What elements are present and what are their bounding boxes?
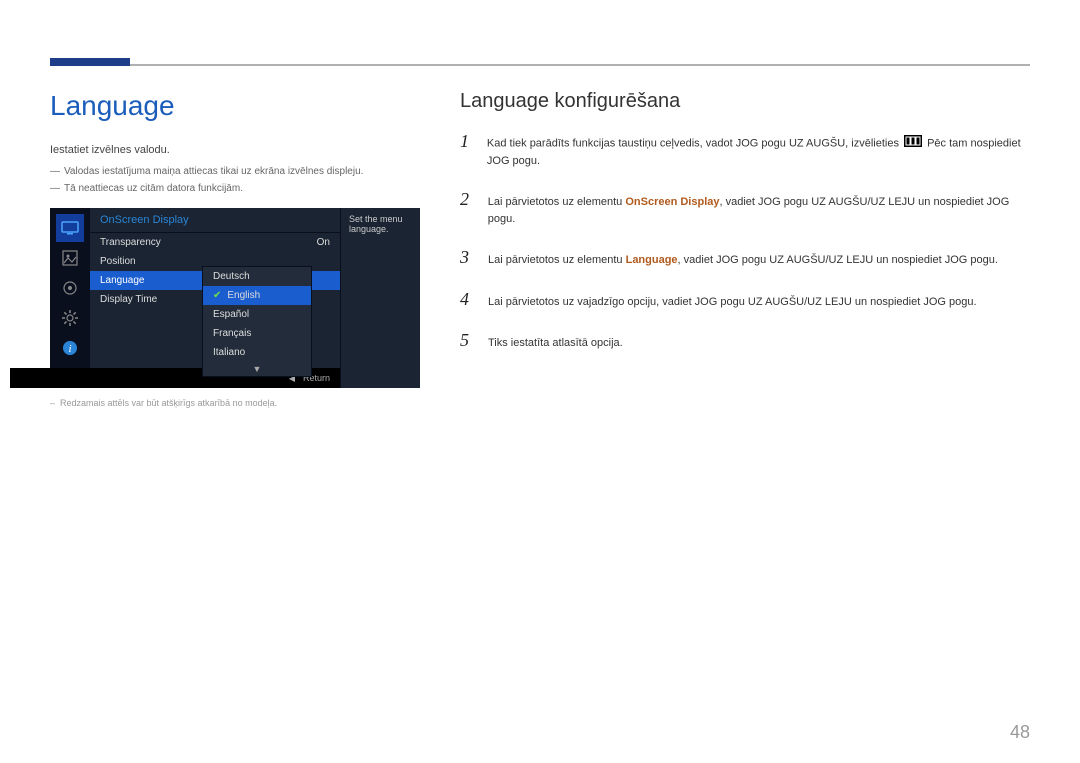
osd-sub-deutsch: Deutsch — [203, 267, 311, 286]
osd-sub-label: Español — [213, 309, 249, 320]
check-icon: ✔ — [213, 290, 221, 301]
gear-icon — [56, 304, 84, 332]
osd-row-label: Position — [100, 256, 136, 267]
step-text-pre: Kad tiek parādīts funkcijas taustiņu ceļ… — [487, 138, 902, 150]
osd-sub-label: English — [227, 290, 260, 301]
step-1: 1 Kad tiek parādīts funkcijas taustiņu c… — [460, 131, 1030, 169]
osd-header: OnScreen Display — [90, 208, 340, 233]
osd-help-panel: Set the menu language. — [340, 208, 420, 388]
step-text: Kad tiek parādīts funkcijas taustiņu ceļ… — [487, 135, 1030, 169]
step-text: Lai pārvietotos uz vajadzīgo opciju, vad… — [488, 294, 977, 311]
osd-row-label: Language — [100, 275, 145, 286]
step-2: 2 Lai pārvietotos uz elementu OnScreen D… — [460, 189, 1030, 227]
step-text-bold: Language — [626, 254, 678, 266]
target-icon — [56, 274, 84, 302]
step-number: 1 — [460, 131, 473, 152]
info-icon: i — [56, 334, 84, 362]
chevron-down-icon: ▼ — [203, 362, 311, 376]
step-text-post: , vadiet JOG pogu UZ AUGŠU/UZ LEJU un no… — [678, 254, 998, 266]
osd-sub-francais: Français — [203, 324, 311, 343]
step-text: Lai pārvietotos uz elementu Language, va… — [488, 252, 998, 269]
step-3: 3 Lai pārvietotos uz elementu Language, … — [460, 247, 1030, 269]
step-text: Lai pārvietotos uz elementu OnScreen Dis… — [488, 194, 1030, 227]
note-2: Tā neattiecas uz citām datora funkcijām. — [50, 183, 420, 194]
osd-sub-label: Français — [213, 328, 251, 339]
note-1: Valodas iestatījuma maiņa attiecas tikai… — [50, 166, 420, 177]
osd-row-label: Transparency — [100, 237, 161, 248]
picture-icon — [56, 244, 84, 272]
step-number: 5 — [460, 330, 474, 351]
svg-text:i: i — [68, 343, 71, 355]
header-accent — [50, 58, 130, 66]
page-number: 48 — [1010, 722, 1030, 743]
monitor-icon — [56, 214, 84, 242]
osd-sub-label: Deutsch — [213, 271, 250, 282]
section-title-language: Language — [50, 90, 420, 122]
header-rule — [50, 64, 1030, 66]
osd-sub-italiano: Italiano — [203, 343, 311, 362]
step-number: 4 — [460, 289, 474, 310]
step-number: 3 — [460, 247, 474, 268]
intro-text: Iestatiet izvēlnes valodu. — [50, 144, 420, 156]
step-text-pre: Lai pārvietotos uz elementu — [488, 254, 626, 266]
menu-icon — [904, 135, 922, 153]
osd-main-panel: OnScreen Display Transparency On Positio… — [90, 208, 340, 388]
osd-sub-label: Italiano — [213, 347, 245, 358]
osd-row-value: On — [317, 237, 330, 248]
osd-sidebar: i — [50, 208, 90, 388]
osd-sub-espanol: Español — [203, 305, 311, 324]
osd-screenshot: i OnScreen Display Transparency On Posit… — [50, 208, 420, 388]
osd-row-label: Display Time — [100, 294, 157, 305]
step-text-bold: OnScreen Display — [625, 196, 719, 208]
section-title-config: Language konfigurēšana — [460, 90, 1030, 113]
osd-language-submenu: Deutsch ✔ English Español Français Italia… — [202, 266, 312, 377]
image-disclaimer: Redzamais attēls var būt atšķirīgs atkar… — [50, 398, 420, 408]
step-text: Tiks iestatīta atlasītā opcija. — [488, 335, 623, 352]
step-4: 4 Lai pārvietotos uz vajadzīgo opciju, v… — [460, 289, 1030, 311]
step-number: 2 — [460, 189, 474, 210]
osd-sub-english: ✔ English — [203, 286, 311, 305]
step-5: 5 Tiks iestatīta atlasītā opcija. — [460, 330, 1030, 352]
step-text-pre: Lai pārvietotos uz elementu — [488, 196, 626, 208]
osd-row-transparency: Transparency On — [90, 233, 340, 252]
